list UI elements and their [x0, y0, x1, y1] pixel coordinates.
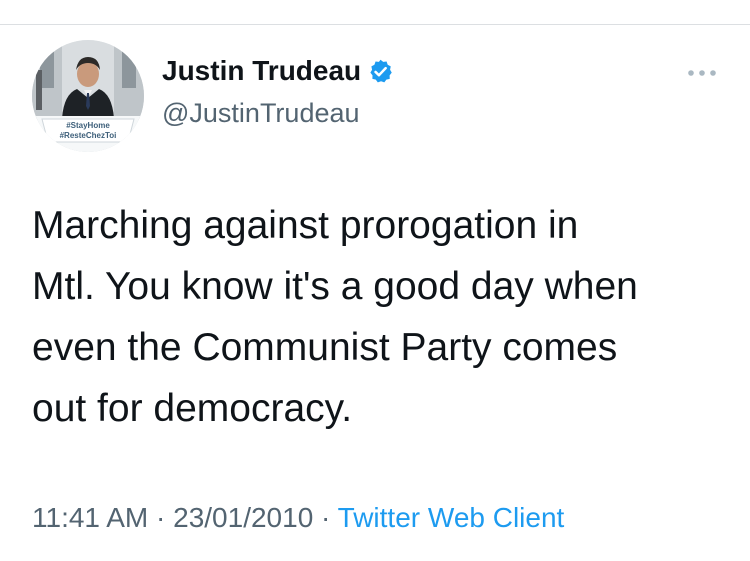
tweet-date[interactable]: 23/01/2010 — [173, 502, 313, 533]
top-divider — [0, 24, 750, 25]
more-dots-icon[interactable] — [684, 66, 720, 80]
author-name-row[interactable]: Justin Trudeau — [162, 55, 394, 87]
author-handle[interactable]: @JustinTrudeau — [162, 98, 360, 129]
meta-separator: · — [313, 502, 338, 533]
meta-separator: · — [148, 502, 174, 533]
tweet-metadata: 11:41 AM · 23/01/2010 · Twitter Web Clie… — [32, 502, 564, 534]
avatar-badge-line-1: #StayHome — [66, 121, 110, 130]
tweet-source-link[interactable]: Twitter Web Client — [338, 502, 565, 533]
avatar-badge-line-2: #ResteChezToi — [60, 131, 117, 140]
avatar[interactable]: #StayHome #ResteChezToi — [32, 40, 144, 152]
author-display-name[interactable]: Justin Trudeau — [162, 55, 361, 87]
avatar-image: #StayHome #ResteChezToi — [32, 40, 144, 152]
tweet-text: Marching against prorogation in Mtl. You… — [32, 204, 638, 430]
tweet-time[interactable]: 11:41 AM — [32, 502, 148, 533]
verified-badge-icon — [367, 58, 394, 85]
